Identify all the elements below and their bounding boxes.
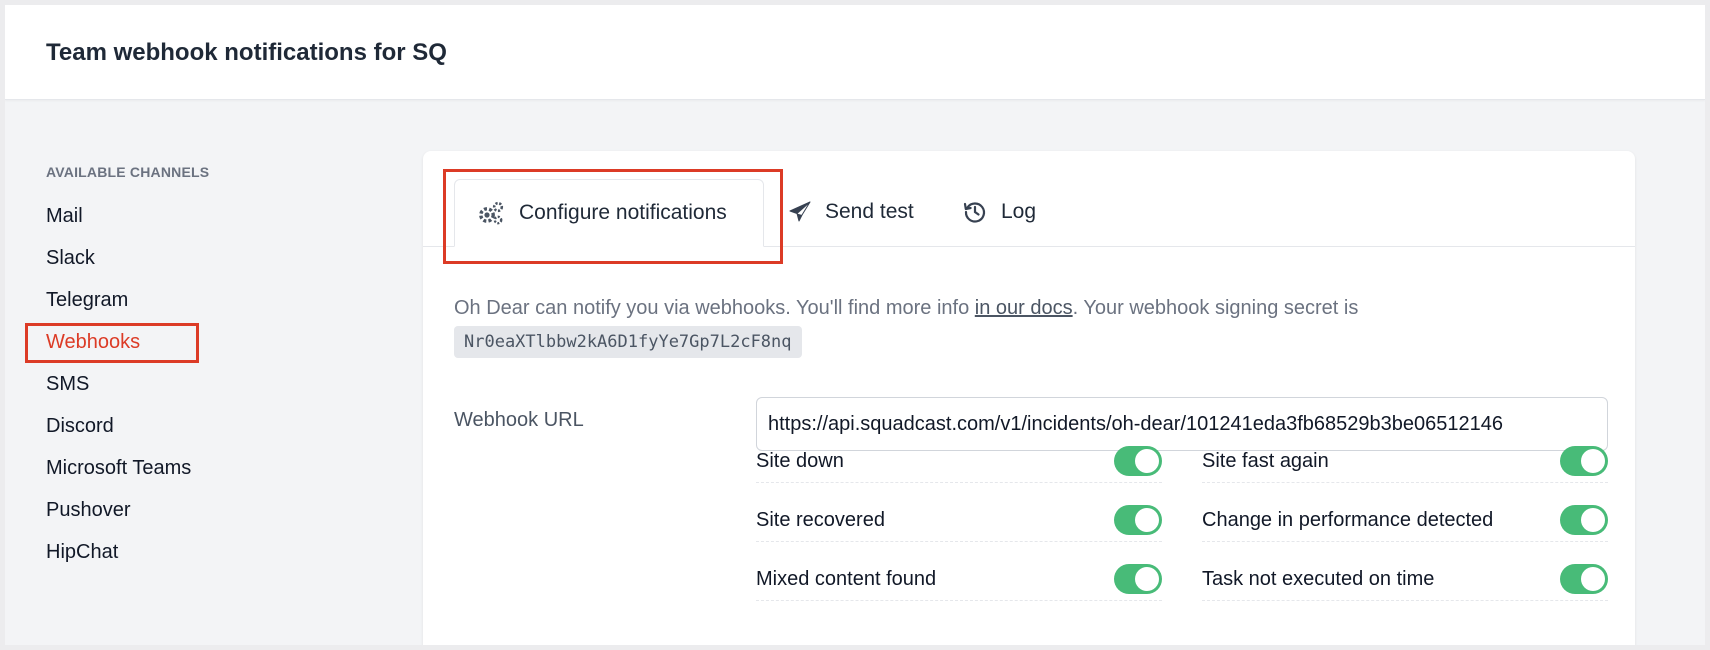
sidebar-item-pushover[interactable]: Pushover: [46, 499, 131, 522]
site-down-toggle[interactable]: [1114, 446, 1162, 476]
sidebar-item-sms[interactable]: SMS: [46, 373, 89, 396]
page-header: Team webhook notifications for SQ: [5, 5, 1705, 100]
toggle-row-site-fast-again: Site fast again: [1202, 446, 1608, 483]
mixed-content-toggle[interactable]: [1114, 564, 1162, 594]
sidebar-item-hipchat[interactable]: HipChat: [46, 541, 118, 564]
tab-send-test-label: Send test: [825, 200, 914, 223]
sidebar-heading: AVAILABLE CHANNELS: [46, 164, 210, 180]
history-icon: [963, 200, 987, 224]
task-not-executed-toggle[interactable]: [1560, 564, 1608, 594]
intro-text-after: . Your webhook signing secret is: [1072, 297, 1359, 319]
toggle-label: Site down: [756, 450, 844, 472]
toggle-label: Site recovered: [756, 509, 885, 531]
intro-text: Oh Dear can notify you via webhooks. You…: [454, 292, 1614, 358]
toggle-row-performance-change: Change in performance detected: [1202, 505, 1608, 542]
sidebar-item-mail[interactable]: Mail: [46, 205, 83, 228]
signing-secret: Nr0eaXTlbbw2kA6D1fyYe7Gp7L2cF8nq: [454, 326, 802, 358]
docs-link[interactable]: in our docs: [975, 297, 1073, 319]
toggle-row-site-recovered: Site recovered: [756, 505, 1162, 542]
toggle-row-site-down: Site down: [756, 446, 1162, 483]
tab-send-test[interactable]: Send test: [789, 179, 914, 245]
settings-card: Configure notifications Send test Log Oh…: [423, 151, 1635, 645]
toggle-label: Site fast again: [1202, 450, 1329, 472]
webhook-url-input[interactable]: [756, 397, 1608, 451]
sidebar-item-telegram[interactable]: Telegram: [46, 289, 128, 312]
webhook-url-label: Webhook URL: [454, 409, 584, 431]
app-frame: Team webhook notifications for SQ AVAILA…: [5, 5, 1705, 645]
tab-highlight-box: [443, 169, 783, 264]
site-fast-again-toggle[interactable]: [1560, 446, 1608, 476]
toggle-label: Task not executed on time: [1202, 568, 1435, 590]
page-title: Team webhook notifications for SQ: [46, 39, 447, 66]
tab-log-label: Log: [1001, 200, 1037, 223]
performance-change-toggle[interactable]: [1560, 505, 1608, 535]
intro-text-before: Oh Dear can notify you via webhooks. You…: [454, 297, 975, 319]
site-recovered-toggle[interactable]: [1114, 505, 1162, 535]
tab-log[interactable]: Log: [963, 179, 1036, 245]
toggle-row-mixed-content: Mixed content found: [756, 564, 1162, 601]
toggle-row-task-not-executed: Task not executed on time: [1202, 564, 1608, 601]
sidebar-item-discord[interactable]: Discord: [46, 415, 114, 438]
paper-plane-icon: [789, 201, 811, 223]
toggle-label: Mixed content found: [756, 568, 937, 590]
sidebar-highlight-box: [25, 323, 199, 363]
sidebar-item-microsoft-teams[interactable]: Microsoft Teams: [46, 457, 191, 480]
sidebar-item-slack[interactable]: Slack: [46, 247, 95, 270]
toggle-label: Change in performance detected: [1202, 509, 1494, 531]
